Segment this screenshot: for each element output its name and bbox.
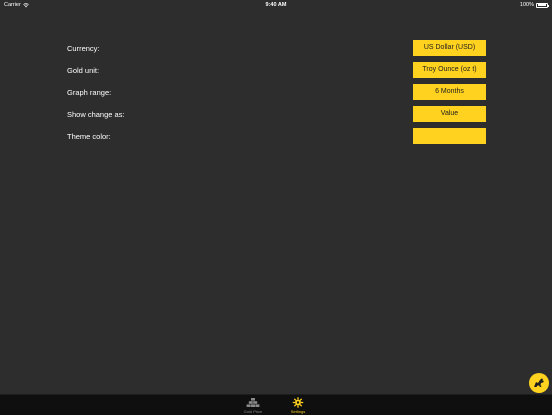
currency-button[interactable]: US Dollar (USD) xyxy=(413,40,486,56)
battery-icon xyxy=(536,2,549,8)
gold-bars-icon xyxy=(246,398,260,407)
status-bar: Carrier 9:40 AM 100% xyxy=(0,0,552,10)
tab-gold-price-label: Gold Price xyxy=(243,409,263,414)
settings-list: Currency: US Dollar (USD) Gold unit: Tro… xyxy=(67,40,486,150)
tab-settings-label: Settings xyxy=(290,409,306,414)
bull-icon xyxy=(534,378,544,387)
gear-icon xyxy=(292,397,304,408)
setting-row-show-change: Show change as: Value xyxy=(67,106,486,128)
gold-unit-label: Gold unit: xyxy=(67,66,100,75)
status-time: 9:40 AM xyxy=(265,2,287,8)
show-change-label: Show change as: xyxy=(67,110,125,119)
setting-row-currency: Currency: US Dollar (USD) xyxy=(67,40,486,62)
gold-unit-button[interactable]: Troy Ounce (oz t) xyxy=(413,62,486,78)
tab-bar: Gold Price Settings xyxy=(0,394,552,415)
setting-row-graph-range: Graph range: 6 Months xyxy=(67,84,486,106)
tab-gold-price[interactable]: Gold Price xyxy=(238,395,268,415)
battery-percent: 100% xyxy=(519,2,534,8)
currency-label: Currency: xyxy=(67,44,100,53)
graph-range-label: Graph range: xyxy=(67,88,112,97)
theme-color-swatch[interactable] xyxy=(413,128,486,144)
bull-button[interactable] xyxy=(529,373,549,393)
status-right: 100% xyxy=(519,0,549,10)
setting-row-gold-unit: Gold unit: Troy Ounce (oz t) xyxy=(67,62,486,84)
setting-row-theme-color: Theme color: xyxy=(67,128,486,150)
show-change-button[interactable]: Value xyxy=(413,106,486,122)
graph-range-button[interactable]: 6 Months xyxy=(413,84,486,100)
theme-color-label: Theme color: xyxy=(67,132,111,141)
tab-settings[interactable]: Settings xyxy=(283,395,313,415)
